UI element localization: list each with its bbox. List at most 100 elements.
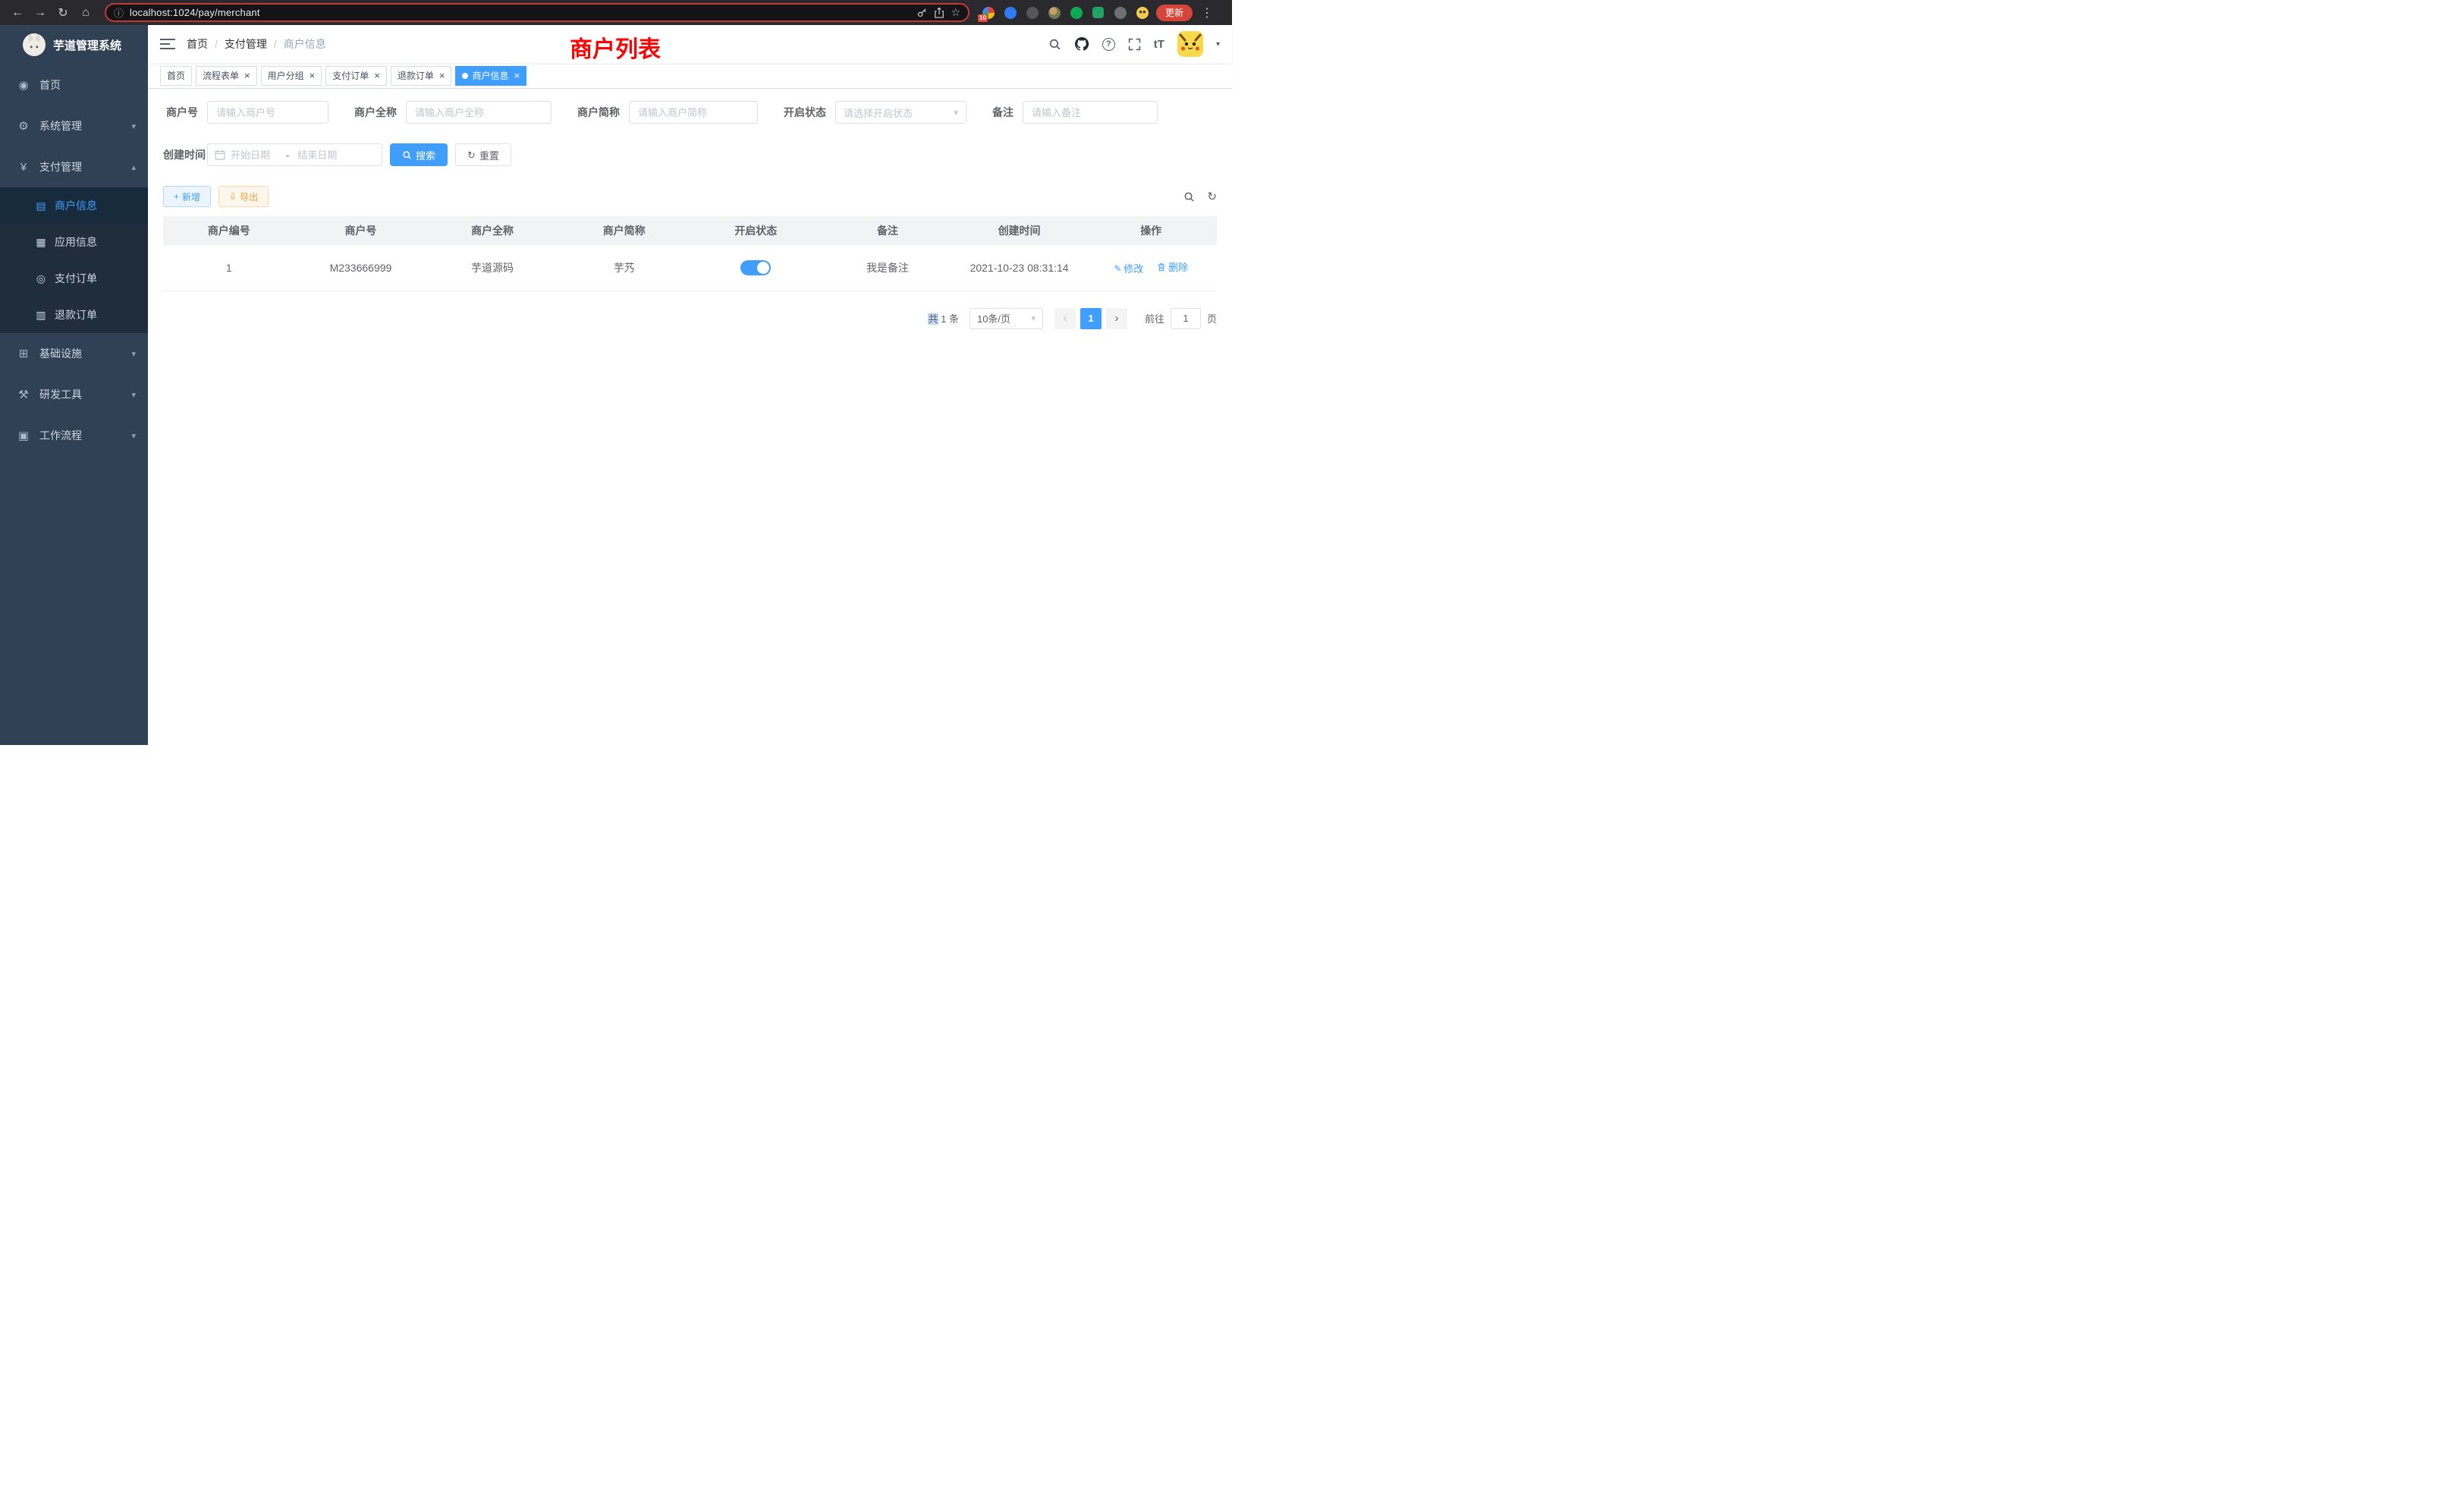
payment-submenu: ▤ 商户信息 ▦ 应用信息 ◎ 支付订单 ▥ 退款订单 bbox=[0, 187, 148, 333]
chevron-down-icon: ▾ bbox=[131, 431, 136, 441]
extension-yellow-face-icon[interactable] bbox=[1131, 2, 1153, 24]
yen-icon: ¥ bbox=[17, 161, 30, 174]
sidebar-item-app-info[interactable]: ▦ 应用信息 bbox=[0, 224, 148, 260]
merchant-no-input[interactable] bbox=[207, 101, 328, 124]
extension-green-circle-icon[interactable] bbox=[1065, 2, 1087, 24]
forward-icon[interactable]: → bbox=[29, 6, 52, 20]
goto-page-input[interactable] bbox=[1171, 308, 1201, 329]
extension-green-square-icon[interactable] bbox=[1087, 2, 1109, 24]
page-size-select[interactable]: 10条/页 ▾ bbox=[970, 308, 1043, 329]
pagination-total-text: 1 条 bbox=[941, 313, 959, 325]
chevron-down-icon: ▾ bbox=[131, 121, 136, 131]
close-icon[interactable]: × bbox=[374, 71, 380, 80]
extension-dark-circle-icon[interactable] bbox=[1021, 2, 1043, 24]
col-merchant-no: 商户号 bbox=[295, 216, 427, 245]
breadcrumb-payment[interactable]: 支付管理 bbox=[225, 36, 267, 52]
pagination: 共 1 条 10条/页 ▾ ‹ 1 › 前往 页 bbox=[163, 308, 1217, 329]
add-button[interactable]: + 新增 bbox=[163, 186, 211, 207]
bookmark-star-icon[interactable]: ☆ bbox=[951, 6, 960, 19]
cell-status bbox=[690, 245, 822, 291]
sidebar-item-workflow[interactable]: ▣ 工作流程 ▾ bbox=[0, 415, 148, 456]
delete-link[interactable]: 删除 bbox=[1157, 259, 1188, 274]
reload-icon[interactable]: ↻ bbox=[52, 5, 74, 20]
tab-home[interactable]: 首页 bbox=[160, 66, 192, 86]
create-time-range-picker[interactable]: - bbox=[207, 143, 382, 166]
filter-form-row-2: 创建时间 - bbox=[163, 143, 1217, 166]
export-button[interactable]: ⇩ 导出 bbox=[218, 186, 269, 207]
tab-pay-order[interactable]: 支付订单 × bbox=[325, 66, 387, 86]
url-bar[interactable]: ⓘ localhost:1024/pay/merchant ☆ bbox=[105, 3, 970, 22]
sidebar-item-merchant-info[interactable]: ▤ 商户信息 bbox=[0, 187, 148, 224]
full-name-input[interactable] bbox=[406, 101, 552, 124]
search-button[interactable]: 搜索 bbox=[390, 143, 448, 166]
extension-blue-glyph bbox=[1004, 7, 1017, 19]
app-logo[interactable]: 芋道管理系统 bbox=[0, 25, 148, 64]
close-icon[interactable]: × bbox=[514, 71, 520, 80]
sidebar-item-payment[interactable]: ¥ 支付管理 ▴ bbox=[0, 146, 148, 187]
browser-update-button[interactable]: 更新 bbox=[1156, 5, 1193, 21]
tab-user-group[interactable]: 用户分组 × bbox=[261, 66, 322, 86]
help-icon[interactable]: ? bbox=[1102, 38, 1115, 51]
sidebar-item-home[interactable]: ◉ 首页 bbox=[0, 64, 148, 105]
user-avatar[interactable] bbox=[1177, 31, 1203, 57]
sidebar-item-workflow-label: 工作流程 bbox=[39, 428, 122, 443]
show-search-icon[interactable] bbox=[1183, 191, 1195, 203]
extension-blue-drop-icon[interactable] bbox=[999, 2, 1021, 24]
chevron-down-icon: ▾ bbox=[131, 390, 136, 400]
close-icon[interactable]: × bbox=[310, 71, 316, 80]
reset-button[interactable]: ↻ 重置 bbox=[455, 143, 511, 166]
next-page-button[interactable]: › bbox=[1106, 308, 1127, 329]
back-icon[interactable]: ← bbox=[6, 6, 29, 20]
edit-link[interactable]: ✎ 修改 bbox=[1114, 261, 1143, 275]
site-info-icon[interactable]: ⓘ bbox=[114, 5, 124, 20]
extension-avatar-glyph bbox=[1048, 7, 1061, 19]
tab-user-group-label: 用户分组 bbox=[268, 69, 304, 82]
status-toggle[interactable] bbox=[740, 260, 771, 275]
page-number-1[interactable]: 1 bbox=[1080, 308, 1102, 329]
create-time-label: 创建时间 bbox=[163, 147, 207, 162]
pagination-total-selected: 共 bbox=[928, 313, 938, 325]
github-icon[interactable] bbox=[1074, 36, 1089, 52]
tab-merchant-info[interactable]: 商户信息 × bbox=[455, 66, 526, 86]
sidebar-item-devtools[interactable]: ⚒ 研发工具 ▾ bbox=[0, 374, 148, 415]
trash-icon bbox=[1157, 262, 1166, 272]
grid-icon: ▦ bbox=[35, 236, 47, 249]
hamburger-icon[interactable] bbox=[160, 38, 175, 50]
sidebar-item-infrastructure[interactable]: ⊞ 基础设施 ▾ bbox=[0, 333, 148, 374]
end-date-input[interactable] bbox=[296, 149, 346, 162]
filter-status: 开启状态 请选择开启状态 ▾ bbox=[784, 101, 966, 124]
password-key-icon[interactable] bbox=[916, 7, 928, 18]
full-name-label: 商户全称 bbox=[354, 105, 406, 120]
extension-avatar-icon[interactable] bbox=[1043, 2, 1065, 24]
extension-dark-glyph bbox=[1026, 7, 1039, 19]
sidebar-item-system[interactable]: ⚙ 系统管理 ▾ bbox=[0, 105, 148, 146]
sidebar-item-pay-order[interactable]: ◎ 支付订单 bbox=[0, 260, 148, 297]
refresh-table-icon[interactable]: ↻ bbox=[1207, 190, 1217, 203]
browser-menu-icon[interactable]: ⋮ bbox=[1196, 5, 1218, 20]
extension-colorful-icon[interactable]: 10 bbox=[977, 2, 999, 24]
tab-process-form[interactable]: 流程表单 × bbox=[196, 66, 257, 86]
status-select[interactable]: 请选择开启状态 ▾ bbox=[835, 101, 966, 124]
extension-green-circle-glyph bbox=[1070, 7, 1083, 19]
extension-gray-pin-icon[interactable] bbox=[1109, 2, 1131, 24]
home-icon[interactable]: ⌂ bbox=[74, 6, 97, 20]
caret-down-icon[interactable]: ▾ bbox=[1216, 40, 1220, 49]
breadcrumb-home[interactable]: 首页 bbox=[187, 36, 208, 52]
close-icon[interactable]: × bbox=[439, 71, 445, 80]
tab-refund-order[interactable]: 退款订单 × bbox=[391, 66, 452, 86]
fullscreen-icon[interactable] bbox=[1128, 38, 1141, 51]
prev-page-button[interactable]: ‹ bbox=[1054, 308, 1076, 329]
search-icon[interactable] bbox=[1048, 38, 1061, 51]
share-icon[interactable] bbox=[934, 7, 944, 18]
short-name-input[interactable] bbox=[629, 101, 758, 124]
dashboard-icon: ◉ bbox=[17, 78, 30, 92]
extension-yellow-glyph bbox=[1136, 7, 1149, 19]
close-icon[interactable]: × bbox=[244, 71, 250, 80]
start-date-input[interactable] bbox=[229, 149, 279, 162]
sidebar-item-refund-order[interactable]: ▥ 退款订单 bbox=[0, 297, 148, 333]
font-size-icon[interactable]: tT bbox=[1154, 38, 1164, 51]
url-text: localhost:1024/pay/merchant bbox=[130, 7, 260, 18]
page-unit-label: 页 bbox=[1207, 311, 1217, 325]
remark-input[interactable] bbox=[1023, 101, 1158, 124]
sidebar-item-pay-order-label: 支付订单 bbox=[55, 271, 97, 286]
